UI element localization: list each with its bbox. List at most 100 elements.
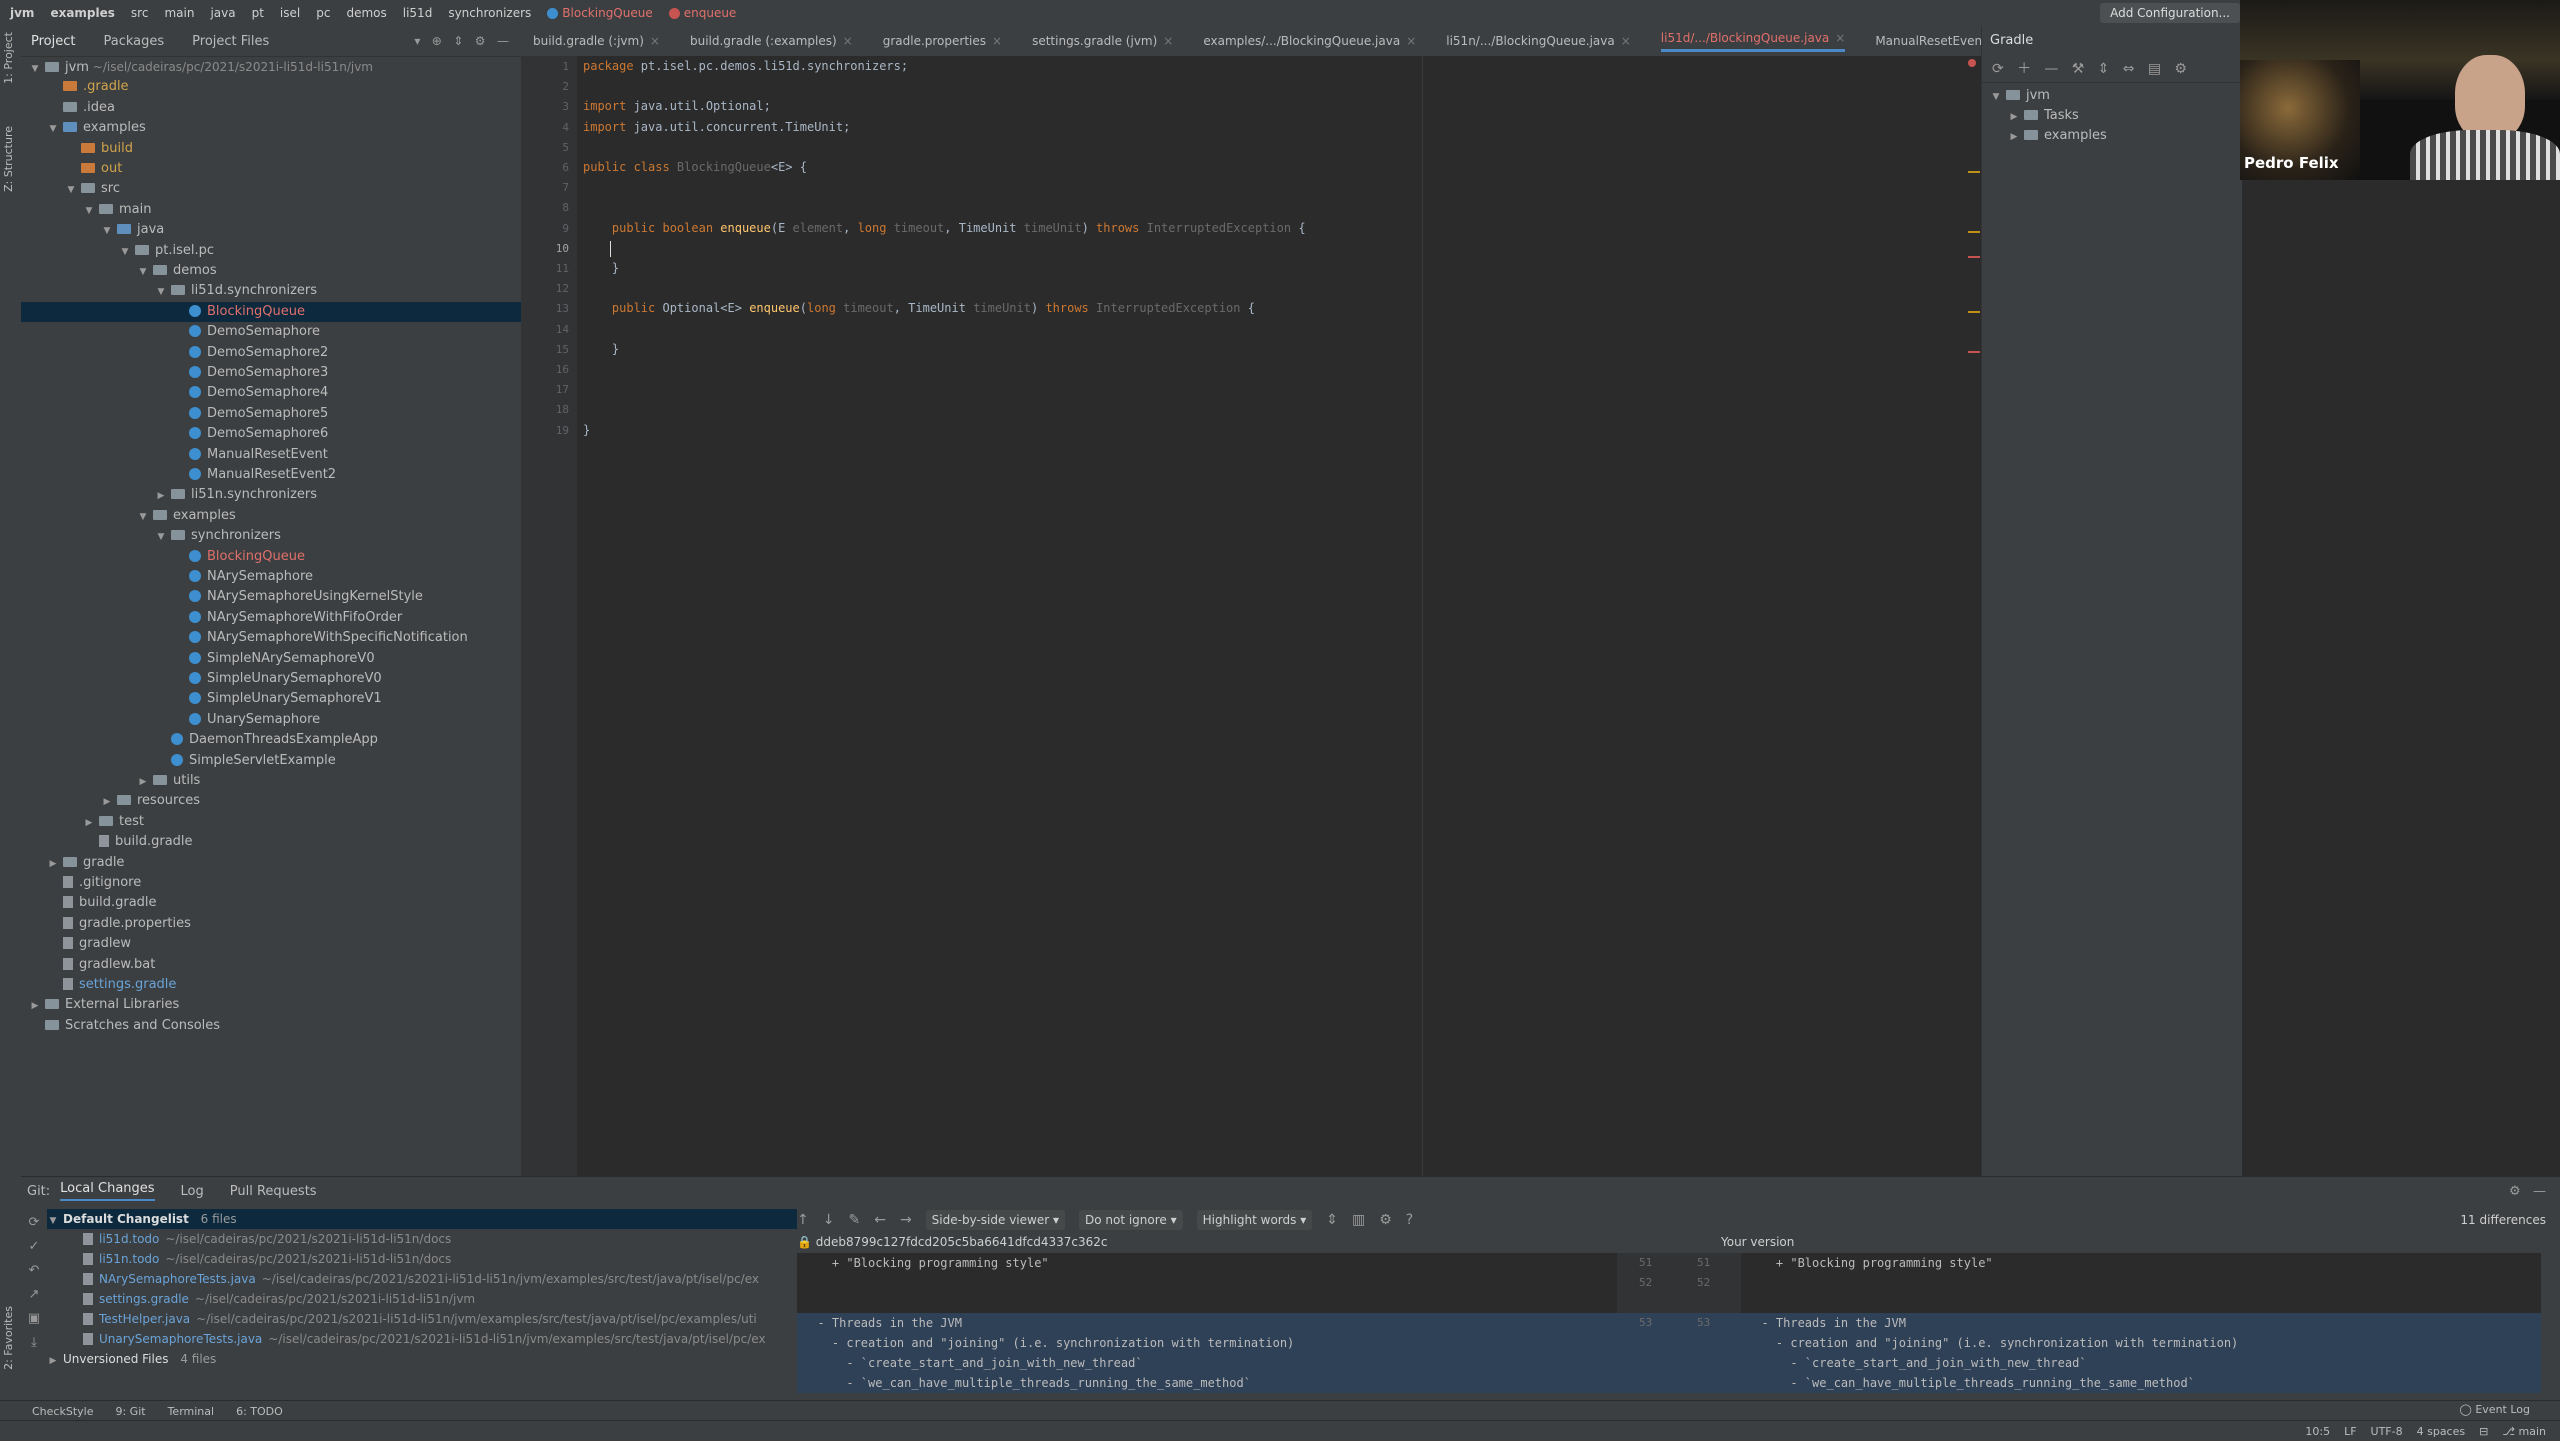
diff-line[interactable]: - creation and "joining" (i.e. synchroni… [1741,1333,2541,1353]
tree-item[interactable]: ▼ java [21,220,601,240]
chevron-right-icon[interactable]: ▶ [2008,107,2020,127]
breadcrumb-item[interactable]: pc [316,6,330,20]
event-log-button[interactable]: ◯ Event Log [2460,1403,2530,1416]
arrow-up-icon[interactable]: ↑ [797,1212,809,1228]
chevron-down-icon[interactable]: ▼ [137,507,149,527]
breadcrumb-item[interactable]: synchronizers [448,6,531,20]
tree-item[interactable]: .idea [21,98,547,118]
code-line[interactable]: public class BlockingQueue<E> { [583,160,807,174]
close-icon[interactable]: × [1406,34,1416,48]
error-stripe[interactable] [1968,56,1981,1176]
arrow-down-icon[interactable]: ↓ [823,1212,835,1228]
highlight-select[interactable]: Highlight words ▾ [1196,1210,1313,1230]
code-line[interactable]: package pt.isel.pc.demos.li51d.synchroni… [583,59,908,73]
chevron-right-icon[interactable]: ▶ [47,854,59,874]
diff-line[interactable] [1741,1293,2541,1313]
diff-right-pane[interactable]: + "Blocking programming style" - Threads… [1741,1253,2541,1393]
git-branch[interactable]: ⎇ main [2502,1425,2546,1438]
tool-window-button[interactable]: Terminal [168,1405,215,1418]
tree-item[interactable]: .gradle [21,77,547,97]
tree-item[interactable]: ▼ main [21,200,583,220]
diff-line[interactable]: - Threads in the JVM [797,1313,1617,1333]
breadcrumb-item[interactable]: main [164,6,194,20]
breadcrumb-item[interactable]: demos [346,6,386,20]
close-icon[interactable]: × [1163,34,1173,48]
editor-tab[interactable]: li51d/.../BlockingQueue.java × [1660,31,1846,52]
changed-file[interactable]: settings.gradle ~/isel/cadeiras/pc/2021/s… [83,1289,777,1309]
breadcrumb-item[interactable]: li51d [403,6,433,20]
tool-window-button[interactable]: 9: Git [115,1405,145,1418]
tree-item[interactable]: build [21,139,565,159]
chevron-down-icon[interactable]: ▼ [137,262,149,282]
code-line[interactable]: public boolean enqueue(E element, long t… [583,221,1306,235]
tree-item[interactable]: ▶ resources [21,791,601,811]
chevron-down-icon[interactable]: ▼ [29,59,41,79]
tab-pull-requests[interactable]: Pull Requests [230,1184,317,1199]
chevron-down-icon[interactable]: ▼ [65,180,77,200]
tree-item[interactable]: ▶ gradle [21,853,547,873]
code-editor[interactable]: package pt.isel.pc.demos.li51d.synchroni… [577,56,1981,1176]
changes-toolbar[interactable]: ⟳ ✓ ↶ ↗ ▣ ⤓ [25,1211,43,1355]
file-encoding[interactable]: UTF-8 [2371,1425,2403,1438]
breadcrumb-item[interactable]: enqueue [684,6,737,20]
chevron-right-icon[interactable]: ▶ [101,792,113,812]
close-icon[interactable]: × [1621,34,1631,48]
chevron-down-icon[interactable]: ▼ [119,242,131,262]
breadcrumb-item[interactable]: java [210,6,235,20]
changed-file[interactable]: li51d.todo ~/isel/cadeiras/pc/2021/s2021i… [83,1229,777,1249]
tree-item[interactable]: .gitignore [21,873,547,893]
panel-options-icons[interactable]: ▾ ⊕ ⇕ ⚙ — [414,34,509,48]
caret-position[interactable]: 10:5 [2305,1425,2330,1438]
tab-project-files[interactable]: Project Files [192,34,269,49]
code-line[interactable]: } [583,423,590,437]
chevron-down-icon[interactable]: ▼ [47,119,59,139]
tree-item[interactable]: ▼ examples [21,118,547,138]
tab-packages[interactable]: Packages [103,34,164,49]
tree-item[interactable]: ▶ External Libraries [21,995,529,1015]
code-line[interactable] [583,241,612,255]
diff-line[interactable] [797,1273,1617,1293]
chevron-down-icon[interactable]: ▼ [83,201,95,221]
code-line[interactable]: import java.util.concurrent.TimeUnit; [583,120,850,134]
add-configuration-button[interactable]: Add Configuration... [2100,3,2240,23]
arrow-left-icon[interactable]: ← [874,1212,886,1228]
breadcrumb-item[interactable]: pt [252,6,264,20]
diff-line[interactable]: - `create_start_and_join_with_new_thread… [1741,1353,2541,1373]
tab-local-changes[interactable]: Local Changes [60,1181,155,1201]
chevron-down-icon[interactable]: ▼ [155,527,167,547]
tree-item[interactable]: gradle.properties [21,914,547,934]
gradle-tree-item[interactable]: ▼ jvm [1982,86,2250,106]
gear-icon[interactable]: ⚙ [1379,1212,1392,1228]
editor-tab[interactable]: li51n/.../BlockingQueue.java × [1446,34,1631,48]
diff-line[interactable]: - `we_can_have_multiple_threads_running_… [797,1373,1617,1393]
tree-item[interactable]: ▼ jvm ~/isel/cadeiras/pc/2021/s2021i-li51… [21,57,529,77]
viewer-select[interactable]: Side-by-side viewer ▾ [925,1210,1065,1230]
diff-line[interactable]: - `create_start_and_join_with_new_thread… [797,1353,1617,1373]
columns-icon[interactable]: ▥ [1352,1212,1365,1228]
arrow-right-icon[interactable]: → [900,1212,912,1228]
editor-tab[interactable]: build.gradle (:examples) × [690,34,853,48]
chevron-right-icon[interactable]: ▶ [137,772,149,792]
structure-tool-button[interactable]: Z: Structure [2,126,15,192]
gradle-tree-item[interactable]: ▶ examples [1982,126,2268,146]
diff-line[interactable]: - Threads in the JVM [1741,1313,2541,1333]
close-icon[interactable]: × [843,34,853,48]
tab-log[interactable]: Log [181,1184,204,1199]
indent-setting[interactable]: 4 spaces [2417,1425,2466,1438]
error-icon[interactable] [1968,59,1976,67]
editor-tab[interactable]: build.gradle (:jvm) × [533,34,660,48]
unversioned-files[interactable]: ▶ Unversioned Files 4 files [47,1349,217,1369]
changed-file[interactable]: UnarySemaphoreTests.java ~/isel/cadeiras/… [83,1329,777,1349]
edit-icon[interactable]: ✎ [848,1212,860,1228]
breadcrumb-item[interactable]: examples [50,6,114,20]
tool-window-button[interactable]: CheckStyle [32,1405,93,1418]
lock-icon[interactable]: ⊟ [2479,1425,2488,1438]
collapse-icon[interactable]: ⇕ [1326,1212,1338,1228]
tree-item[interactable]: gradlew.bat [21,955,547,975]
chevron-down-icon[interactable]: ▼ [155,282,167,302]
tree-item[interactable]: Scratches and Consoles [21,1016,529,1036]
gradle-toolbar[interactable]: ⟳ ＋ — ⚒ ⇕ ⇔ ▤ ⚙ [1982,56,2242,83]
tree-item[interactable]: ▶ test [21,812,583,832]
breadcrumb-item[interactable]: jvm [10,6,34,20]
project-tool-button[interactable]: 1: Project [2,32,15,84]
